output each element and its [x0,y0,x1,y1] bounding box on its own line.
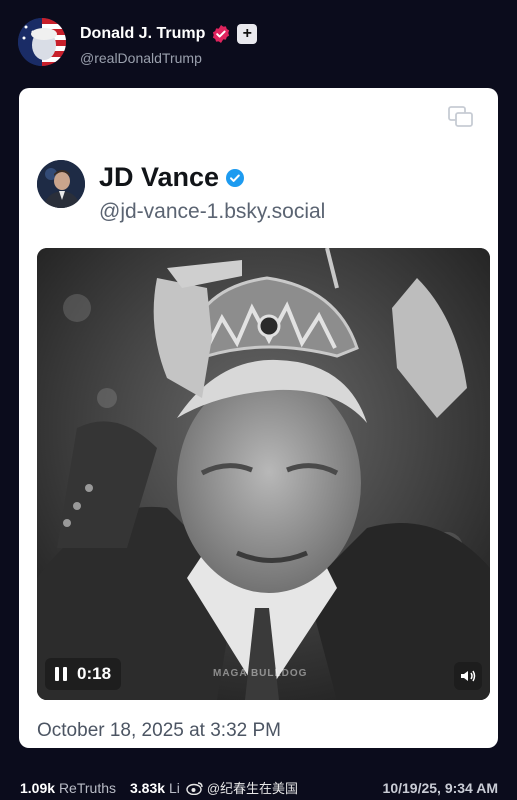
weibo-text: @纪春生在美国 [206,781,299,796]
verified-badge-icon [226,168,245,187]
retruths-count: 1.09k [20,779,56,796]
video-frame [37,248,490,700]
video-watermark: MAGA BULLDOG [213,668,308,679]
post-header: Donald J. Trump + @realDonaldTrump [18,16,498,72]
quoted-post-date: October 18, 2025 at 3:32 PM [37,720,281,741]
video-player[interactable]: MAGA BULLDOG 0:18 [37,248,490,700]
copy-icon[interactable] [448,106,474,128]
author-handle[interactable]: @realDonaldTrump [80,50,202,66]
quoted-author-handle[interactable]: @jd-vance-1.bsky.social [99,200,325,224]
likes-stat[interactable]: 3.83k Li [130,780,180,796]
author-avatar[interactable] [18,18,66,66]
verified-badge-icon [213,25,230,43]
likes-label: Li [168,779,180,796]
author-name[interactable]: Donald J. Trump [80,25,205,43]
volume-icon [461,670,476,682]
quoted-author-name[interactable]: JD Vance [99,162,219,193]
post-stats-footer: 1.09k ReTruths 3.83k Li @纪春生在美国 10/19/25… [20,778,498,797]
follow-button[interactable]: + [237,24,258,44]
likes-count: 3.83k [130,779,166,796]
retruths-label: ReTruths [58,779,116,796]
quoted-author-avatar[interactable] [37,160,85,208]
plus-icon: + [242,25,253,42]
quoted-post-card[interactable]: JD Vance @jd-vance-1.bsky.social MAGA BU… [19,88,498,748]
post-timestamp[interactable]: 10/19/25, 9:34 AM [383,780,498,796]
pause-icon[interactable] [55,667,67,681]
video-time: 0:18 [77,664,112,683]
weibo-watermark: @纪春生在美国 [186,778,298,797]
retruths-stat[interactable]: 1.09k ReTruths [20,780,116,796]
video-controls: 0:18 [45,658,122,690]
volume-button[interactable] [454,662,482,690]
weibo-icon [186,781,203,795]
